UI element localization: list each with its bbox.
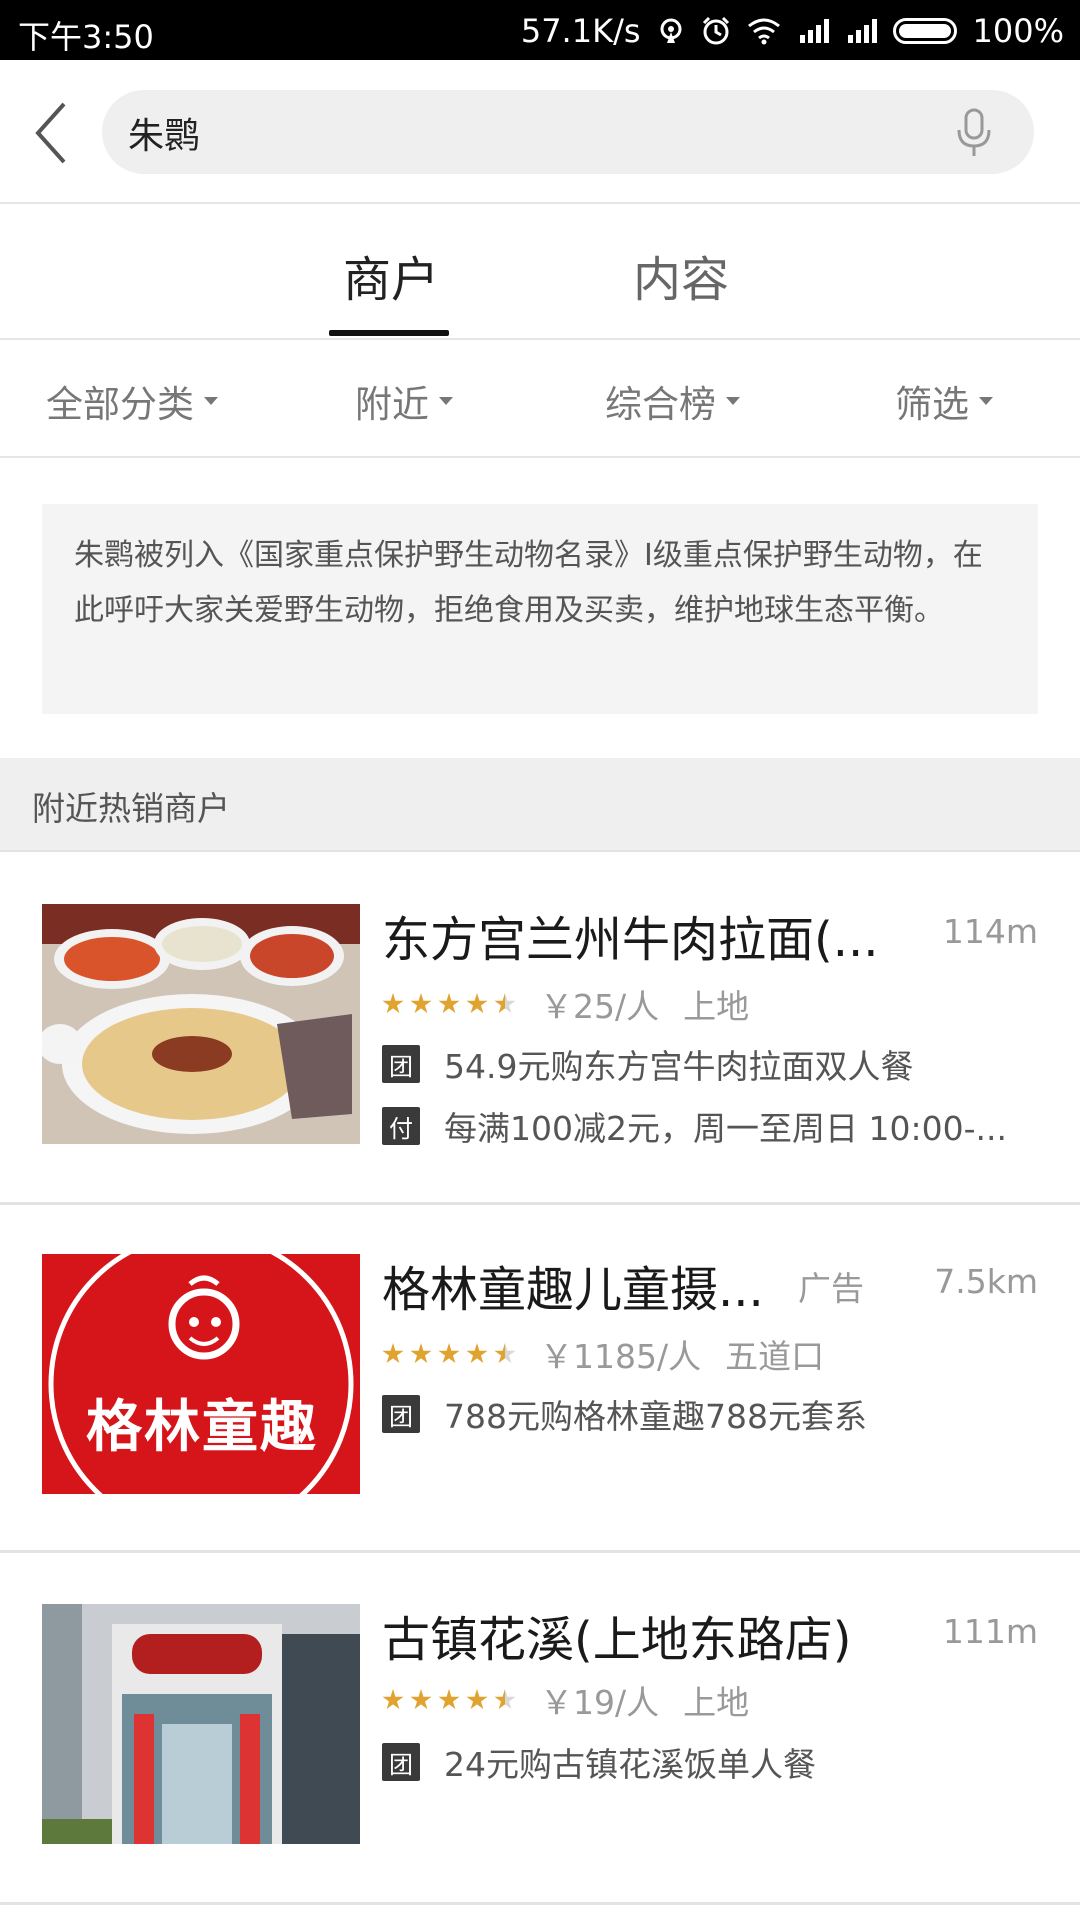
pay-badge: 付 xyxy=(382,1107,420,1145)
promo-text: 54.9元购东方宫牛肉拉面双人餐 xyxy=(444,1047,914,1086)
wildlife-notice: 朱鹮被列入《国家重点保护野生动物名录》I级重点保护野生动物，在此呼吁大家关爱野生… xyxy=(42,504,1038,714)
battery-icon xyxy=(892,18,957,44)
rating-stars xyxy=(382,1343,522,1365)
star-icon xyxy=(382,1689,404,1710)
group-buy-badge: 团 xyxy=(382,1395,420,1433)
star-icon xyxy=(382,993,404,1014)
star-icon xyxy=(466,993,488,1014)
net-speed: 57.1K/s xyxy=(520,12,641,50)
merchant-price: ￥25/人 xyxy=(540,987,660,1026)
battery-level: 100% xyxy=(972,12,1064,50)
status-bar: 下午3:50 57.1K/s 100% xyxy=(0,0,1080,60)
promo-row[interactable]: 团 24元购古镇花溪饭单人餐 xyxy=(382,1738,816,1786)
search-input[interactable] xyxy=(126,90,950,176)
merchant-thumbnail: 格林童趣 xyxy=(42,1254,360,1494)
caret-down-icon xyxy=(439,397,453,405)
microphone-icon[interactable] xyxy=(954,108,994,158)
merchant-title: 格林童趣儿童摄... xyxy=(382,1262,764,1318)
star-icon xyxy=(410,1689,432,1710)
promo-row[interactable]: 付 每满100减2元，周一至周日 10:00-... xyxy=(382,1102,1007,1150)
promo-text: 每满100减2元，周一至周日 10:00-... xyxy=(444,1109,1007,1148)
merchant-region: 上地 xyxy=(683,987,750,1026)
star-icon xyxy=(438,1343,460,1364)
noodle-photo xyxy=(42,904,360,1144)
rating-stars xyxy=(382,993,522,1015)
search-header xyxy=(0,60,1080,204)
chevron-left-icon[interactable] xyxy=(28,98,78,168)
merchant-meta: ￥1185/人 五道口 xyxy=(382,1330,824,1378)
merchant-distance: 7.5km xyxy=(934,1262,1038,1301)
section-header: 附近热销商户 xyxy=(0,758,1080,852)
star-icon xyxy=(466,1689,488,1710)
filter-screen-label: 筛选 xyxy=(895,383,969,426)
star-half-icon xyxy=(494,993,516,1014)
filter-ranking-label: 综合榜 xyxy=(605,383,716,426)
tab-indicator xyxy=(329,330,449,336)
promo-text: 788元购格林童趣788元套系 xyxy=(444,1397,867,1436)
merchant-meta: ￥19/人 上地 xyxy=(382,1676,749,1724)
filter-bar: 全部分类 附近 综合榜 筛选 xyxy=(0,340,1080,458)
hotspot-icon xyxy=(660,18,682,43)
caret-down-icon xyxy=(979,397,993,405)
caret-down-icon xyxy=(204,397,218,405)
merchant-card[interactable]: 格林童趣 格林童趣儿童摄... 广告 7.5km ￥1185/人 五道口 团 7… xyxy=(0,1204,1080,1553)
group-buy-badge: 团 xyxy=(382,1045,420,1083)
promo-row[interactable]: 团 54.9元购东方宫牛肉拉面双人餐 xyxy=(382,1040,913,1088)
caret-down-icon xyxy=(726,397,740,405)
merchant-card[interactable]: 古镇花溪(上地东路店) 111m ￥19/人 上地 团 24元购古镇花溪饭单人餐 xyxy=(0,1552,1080,1905)
merchant-card[interactable]: 东方宫兰州牛肉拉面(... 114m ￥25/人 上地 团 54.9元购东方宫牛… xyxy=(0,852,1080,1205)
star-icon xyxy=(410,993,432,1014)
filter-ranking[interactable]: 综合榜 xyxy=(605,374,740,428)
filter-nearby-label: 附近 xyxy=(355,383,429,426)
star-icon xyxy=(382,1343,404,1364)
merchant-thumbnail xyxy=(42,904,360,1144)
merchant-thumbnail xyxy=(42,1604,360,1844)
logo-text: 格林童趣 xyxy=(86,1395,318,1460)
merchant-title: 古镇花溪(上地东路店) xyxy=(382,1612,852,1668)
merchant-distance: 111m xyxy=(942,1612,1038,1651)
merchant-region: 上地 xyxy=(683,1683,750,1722)
promo-text: 24元购古镇花溪饭单人餐 xyxy=(444,1745,816,1784)
star-half-icon xyxy=(494,1689,516,1710)
merchant-distance: 114m xyxy=(942,912,1038,951)
status-time: 下午3:50 xyxy=(18,18,154,56)
merchant-region: 五道口 xyxy=(725,1337,825,1376)
tab-bar: 商户 内容 xyxy=(0,204,1080,340)
tab-content[interactable]: 内容 xyxy=(633,240,729,310)
rating-stars xyxy=(382,1689,522,1711)
star-icon xyxy=(410,1343,432,1364)
status-icons: 57.1K/s 100% xyxy=(505,12,1064,50)
section-title: 附近热销商户 xyxy=(32,789,230,828)
filter-category[interactable]: 全部分类 xyxy=(46,374,218,428)
ad-label: 广告 xyxy=(798,1269,864,1308)
star-icon xyxy=(438,1689,460,1710)
search-bar[interactable] xyxy=(102,90,1034,176)
merchant-price: ￥1185/人 xyxy=(540,1337,702,1376)
wifi-icon xyxy=(747,18,780,45)
merchant-title: 东方宫兰州牛肉拉面(... xyxy=(382,912,879,968)
signal-icon xyxy=(797,19,829,43)
filter-screen[interactable]: 筛选 xyxy=(895,374,993,428)
signal-icon-2 xyxy=(845,19,877,43)
storefront-photo xyxy=(42,1604,360,1844)
filter-category-label: 全部分类 xyxy=(46,383,194,426)
star-half-icon xyxy=(494,1343,516,1364)
group-buy-badge: 团 xyxy=(382,1743,420,1781)
star-icon xyxy=(438,993,460,1014)
merchant-price: ￥19/人 xyxy=(540,1683,660,1722)
filter-nearby[interactable]: 附近 xyxy=(355,374,453,428)
alarm-icon xyxy=(702,16,729,45)
tab-merchants[interactable]: 商户 xyxy=(343,240,439,310)
merchant-meta: ￥25/人 上地 xyxy=(382,980,749,1028)
star-icon xyxy=(466,1343,488,1364)
promo-row[interactable]: 团 788元购格林童趣788元套系 xyxy=(382,1390,867,1438)
